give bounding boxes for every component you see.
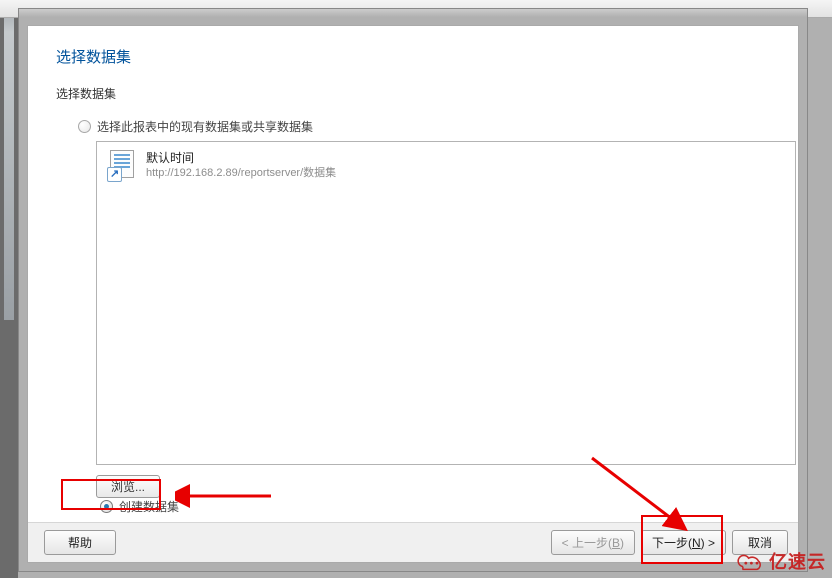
dataset-path: http://192.168.2.89/reportserver/数据集	[146, 166, 336, 181]
next-button-suffix: >	[705, 536, 715, 550]
option-create[interactable]: 创建数据集	[100, 498, 179, 515]
option-existing[interactable]: 选择此报表中的现有数据集或共享数据集	[78, 118, 770, 135]
footer-bar: 帮助 < 上一步(B) 下一步(N) > 取消	[28, 522, 798, 562]
radio-create-icon[interactable]	[100, 500, 113, 513]
help-button[interactable]: 帮助	[44, 530, 116, 555]
back-button-mnemonic: B	[612, 536, 620, 550]
watermark-icon	[736, 550, 764, 572]
dataset-name: 默认时间	[146, 150, 336, 166]
page-title: 选择数据集	[56, 46, 770, 67]
dialog-body: 选择数据集 选择数据集 选择此报表中的现有数据集或共享数据集 默认时间 http…	[27, 25, 799, 563]
next-button-label: 下一步	[652, 536, 688, 550]
option-existing-label: 选择此报表中的现有数据集或共享数据集	[97, 118, 313, 135]
option-create-label: 创建数据集	[119, 498, 179, 515]
dialog-frame: 选择数据集 选择数据集 选择此报表中的现有数据集或共享数据集 默认时间 http…	[18, 8, 808, 572]
content-area: 选择数据集 选择数据集 选择此报表中的现有数据集或共享数据集 默认时间 http…	[28, 26, 798, 522]
page-subtitle: 选择数据集	[56, 85, 770, 102]
shared-dataset-icon	[107, 150, 139, 182]
back-button: < 上一步(B)	[551, 530, 635, 555]
list-item-text: 默认时间 http://192.168.2.89/reportserver/数据…	[146, 150, 336, 181]
watermark: 亿速云	[736, 548, 826, 574]
next-button[interactable]: 下一步(N) >	[641, 530, 726, 555]
back-button-label: < 上一步	[562, 536, 608, 550]
next-button-mnemonic: N	[692, 536, 701, 550]
radio-existing-icon[interactable]	[78, 120, 91, 133]
dataset-listbox[interactable]: 默认时间 http://192.168.2.89/reportserver/数据…	[96, 141, 796, 465]
watermark-text: 亿速云	[769, 548, 826, 574]
list-item[interactable]: 默认时间 http://192.168.2.89/reportserver/数据…	[105, 148, 787, 184]
browse-button[interactable]: 浏览...	[96, 475, 160, 498]
